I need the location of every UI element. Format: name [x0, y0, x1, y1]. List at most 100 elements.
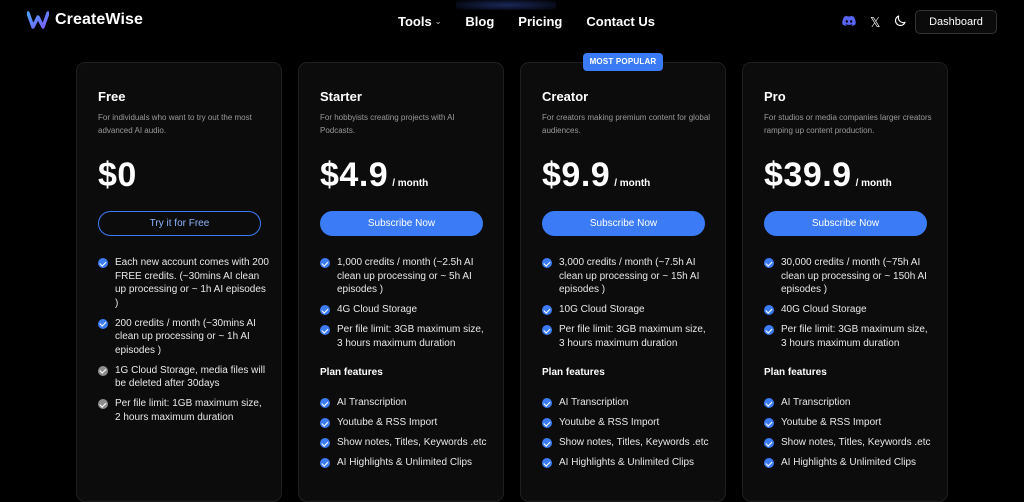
- nav-blog[interactable]: Blog: [465, 14, 494, 29]
- nav-icons: 𝕏: [842, 14, 921, 32]
- discord-icon[interactable]: [842, 14, 856, 32]
- check-icon: [764, 418, 774, 428]
- subscribe-button[interactable]: Subscribe Now: [320, 211, 483, 236]
- check-icon: [320, 458, 330, 468]
- feature-item: Per file limit: 3GB maximum size, 3 hour…: [764, 323, 936, 350]
- check-icon: [542, 258, 552, 268]
- check-icon: [320, 398, 330, 408]
- chevron-down-icon: ⌄: [434, 17, 442, 26]
- plan-feature-item: AI Highlights & Unlimited Clips: [320, 456, 492, 470]
- plan-description: For individuals who want to try out the …: [98, 113, 252, 135]
- plan-feature-text: AI Highlights & Unlimited Clips: [337, 457, 473, 468]
- feature-text: 1,000 credits / month (~2.5h AI clean up…: [337, 257, 474, 295]
- nav-tools-label: Tools: [398, 14, 432, 29]
- plan-feature-text: AI Transcription: [337, 397, 407, 408]
- feature-text: 40G Cloud Storage: [781, 304, 867, 315]
- plan-description: For creators making premium content for …: [542, 113, 711, 135]
- plan-feature-item: AI Transcription: [320, 396, 492, 410]
- plan-name: Creator: [542, 89, 589, 104]
- feature-item: 1G Cloud Storage, media files will be de…: [98, 364, 270, 391]
- check-icon: [98, 318, 108, 329]
- plan-price: $4.9 / month: [320, 156, 428, 195]
- plan-features-title: Plan features: [542, 367, 605, 378]
- plan-feature-list: AI Transcription Youtube & RSS Import Sh…: [542, 396, 714, 476]
- plan-feature-list: AI Transcription Youtube & RSS Import Sh…: [320, 396, 492, 476]
- price-period: / month: [614, 178, 651, 189]
- feature-item: Per file limit: 3GB maximum size, 3 hour…: [542, 323, 714, 350]
- nav-links: Tools ⌄ Blog Pricing Contact Us: [398, 14, 679, 29]
- plan-feature-text: AI Highlights & Unlimited Clips: [781, 457, 917, 468]
- moon-icon[interactable]: [894, 14, 907, 32]
- plan-feature-text: AI Transcription: [781, 397, 851, 408]
- top-navigation: CreateWise Tools ⌄ Blog Pricing Contact …: [0, 0, 1024, 44]
- plan-features-title: Plan features: [320, 367, 383, 378]
- check-icon: [320, 438, 330, 448]
- x-icon[interactable]: 𝕏: [870, 15, 880, 31]
- plan-price: $0: [98, 156, 137, 195]
- check-icon: [320, 418, 330, 428]
- price-amount: $4.9: [320, 156, 389, 194]
- check-icon: [542, 458, 552, 468]
- feature-item: 200 credits / month (~30mins AI clean up…: [98, 317, 270, 358]
- check-icon: [764, 398, 774, 408]
- plan-feature-list: AI Transcription Youtube & RSS Import Sh…: [764, 396, 936, 476]
- check-icon: [98, 399, 108, 409]
- feature-text: 10G Cloud Storage: [559, 304, 645, 315]
- plan-description: For studios or media companies larger cr…: [764, 113, 932, 135]
- feature-text: Each new account comes with 200 FREE cre…: [115, 257, 269, 309]
- check-icon: [764, 438, 774, 448]
- nav-contact-label: Contact Us: [586, 14, 655, 29]
- dashboard-button[interactable]: Dashboard: [915, 10, 997, 34]
- subscribe-button[interactable]: Subscribe Now: [764, 211, 927, 236]
- plan-feature-item: Show notes, Titles, Keywords .etc: [764, 436, 936, 450]
- check-icon: [542, 398, 552, 408]
- check-icon: [764, 258, 774, 268]
- plan-feature-item: Youtube & RSS Import: [764, 416, 936, 430]
- nav-contact[interactable]: Contact Us: [586, 14, 655, 29]
- plan-card-creator: Creator For creators making premium cont…: [520, 62, 726, 502]
- feature-list: 3,000 credits / month (~7.5h AI clean up…: [542, 256, 714, 357]
- plan-feature-text: Youtube & RSS Import: [559, 417, 660, 428]
- plan-name: Free: [98, 89, 126, 104]
- plan-feature-item: AI Transcription: [764, 396, 936, 410]
- feature-text: 200 credits / month (~30mins AI clean up…: [115, 317, 256, 356]
- price-amount: $39.9: [764, 156, 852, 194]
- subscribe-button[interactable]: Subscribe Now: [542, 211, 705, 236]
- feature-item: Per file limit: 1GB maximum size, 2 hour…: [98, 397, 270, 424]
- brand-name: CreateWise: [55, 11, 144, 28]
- plan-price: $39.9 / month: [764, 156, 892, 195]
- feature-text: Per file limit: 3GB maximum size, 3 hour…: [781, 324, 928, 349]
- plan-card-free: Free For individuals who want to try out…: [76, 62, 282, 502]
- plan-feature-text: Show notes, Titles, Keywords .etc: [781, 437, 931, 448]
- plan-feature-item: AI Highlights & Unlimited Clips: [542, 456, 714, 470]
- price-period: / month: [392, 178, 429, 189]
- check-icon: [542, 438, 552, 448]
- plan-feature-text: AI Highlights & Unlimited Clips: [559, 457, 695, 468]
- price-period: / month: [855, 178, 892, 189]
- nav-tools[interactable]: Tools ⌄: [398, 14, 441, 29]
- plan-feature-text: Youtube & RSS Import: [781, 417, 882, 428]
- check-icon: [542, 325, 552, 335]
- try-free-button[interactable]: Try it for Free: [98, 211, 261, 236]
- feature-item: Per file limit: 3GB maximum size, 3 hour…: [320, 323, 492, 350]
- nav-pricing-label: Pricing: [518, 14, 563, 29]
- feature-item: 40G Cloud Storage: [764, 303, 936, 317]
- feature-item: Each new account comes with 200 FREE cre…: [98, 256, 270, 310]
- feature-item: 1,000 credits / month (~2.5h AI clean up…: [320, 256, 492, 297]
- feature-text: Per file limit: 3GB maximum size, 3 hour…: [337, 324, 484, 349]
- plan-name: Starter: [320, 89, 362, 104]
- nav-pricing[interactable]: Pricing: [518, 14, 562, 29]
- feature-list: Each new account comes with 200 FREE cre…: [98, 256, 270, 431]
- check-icon: [320, 305, 330, 315]
- feature-item: 30,000 credits / month (~75h AI clean up…: [764, 256, 936, 297]
- check-icon: [764, 305, 774, 315]
- plan-card-pro: Pro For studios or media companies large…: [742, 62, 948, 502]
- plan-feature-item: Show notes, Titles, Keywords .etc: [542, 436, 714, 450]
- check-icon: [320, 258, 330, 268]
- check-icon: [320, 325, 330, 335]
- brand-logo[interactable]: CreateWise: [27, 10, 143, 30]
- createwise-logo-icon: [27, 11, 49, 29]
- price-amount: $0: [98, 156, 137, 194]
- feature-item: 10G Cloud Storage: [542, 303, 714, 317]
- check-icon: [764, 325, 774, 335]
